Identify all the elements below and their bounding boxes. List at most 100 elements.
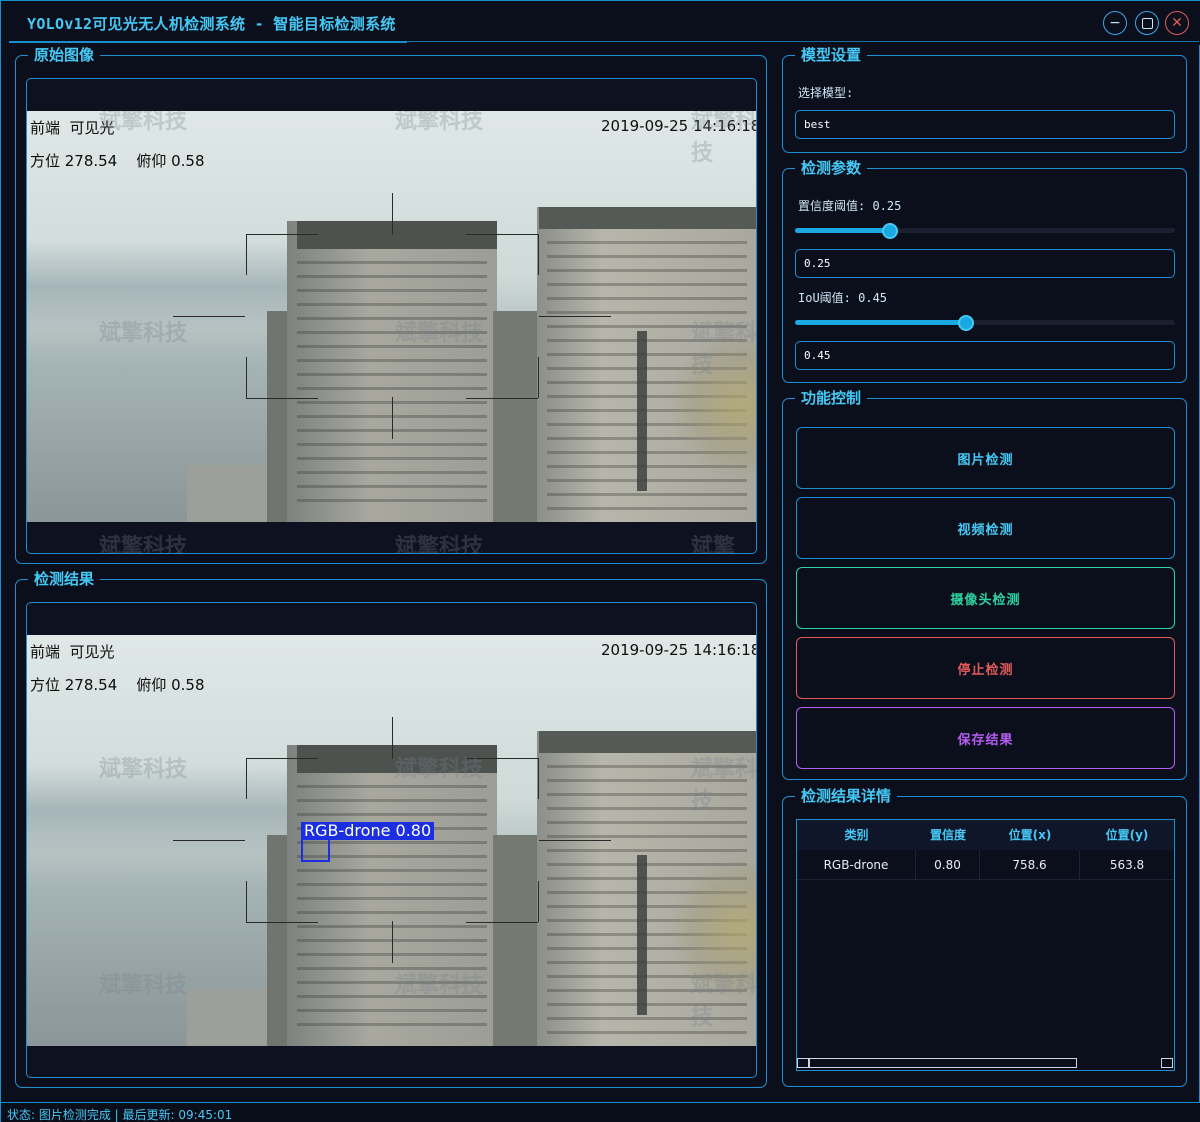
- detection-box[interactable]: [301, 837, 330, 862]
- reticle-corner: [246, 357, 247, 398]
- details-group: 检测结果详情 类别 置信度 位置(x) 位置(y) RGB-drone 0.80…: [782, 787, 1187, 1087]
- osd-source: 前端 可见光: [30, 643, 115, 661]
- iou-label: IoU阈值: 0.45: [798, 291, 888, 305]
- model-settings-title: 模型设置: [795, 46, 868, 64]
- camera-detect-button[interactable]: 摄像头检测: [796, 567, 1175, 629]
- reticle-corner: [246, 922, 318, 923]
- watermark: 斌擎科技: [99, 535, 188, 554]
- video-detect-button[interactable]: 视频检测: [796, 497, 1175, 559]
- app-window: YOLOv12可见光无人机检测系统 - 智能目标检测系统 − ✕ 原始图像 前端…: [0, 0, 1200, 1122]
- detect-params-group: 检测参数 置信度阈值: 0.25 0.25 IoU阈值: 0.45 0.45: [782, 159, 1187, 383]
- close-button[interactable]: ✕: [1165, 11, 1189, 35]
- minimize-icon: −: [1109, 15, 1121, 31]
- building-windows: [297, 261, 487, 511]
- maximize-button[interactable]: [1135, 11, 1159, 35]
- save-result-button[interactable]: 保存结果: [796, 707, 1175, 769]
- result-image: RGB-drone 0.80 前端 可见光 2019-09-25 14:16:1…: [27, 635, 757, 1046]
- result-image-frame: RGB-drone 0.80 前端 可见光 2019-09-25 14:16:1…: [26, 602, 757, 1078]
- model-select-label: 选择模型:: [798, 86, 854, 100]
- maximize-icon: [1141, 17, 1153, 29]
- iou-slider-handle[interactable]: [958, 315, 974, 331]
- building: [493, 835, 543, 1046]
- osd-angles: 方位 278.54 俯仰 0.58: [30, 676, 205, 694]
- building-roof: [297, 745, 497, 773]
- result-image-group: 检测结果 RGB-drone 0.80 前端 可见光 2019-09-25 14…: [15, 570, 767, 1088]
- watermark: 斌擎科技: [691, 535, 736, 554]
- title-divider: [407, 41, 1199, 42]
- column-header-class[interactable]: 类别: [797, 820, 916, 850]
- window-title: YOLOv12可见光无人机检测系统 - 智能目标检测系统: [27, 15, 396, 33]
- image-detect-button[interactable]: 图片检测: [796, 427, 1175, 489]
- reticle-line: [173, 840, 245, 841]
- osd-source: 前端 可见光: [30, 119, 115, 137]
- reticle-corner: [466, 398, 538, 399]
- building-roof: [539, 207, 756, 229]
- iou-slider[interactable]: [795, 315, 1175, 331]
- status-text: 状态: 图片检测完成 | 最后更新: 09:45:01: [7, 1108, 233, 1122]
- column-header-y[interactable]: 位置(y): [1080, 820, 1174, 850]
- building: [187, 989, 267, 1046]
- column-header-confidence[interactable]: 置信度: [916, 820, 980, 850]
- reticle-line: [392, 717, 393, 759]
- iou-input[interactable]: 0.45: [795, 341, 1175, 370]
- model-settings-group: 模型设置 选择模型: best: [782, 46, 1187, 153]
- reticle-corner: [246, 234, 318, 235]
- controls-title: 功能控制: [795, 389, 868, 407]
- reticle-line: [392, 397, 393, 439]
- cell-x: 758.6: [980, 850, 1080, 880]
- building: [187, 465, 267, 522]
- reticle-corner: [246, 758, 318, 759]
- cell-y: 563.8: [1109, 858, 1145, 872]
- table-row[interactable]: RGB-drone 0.80 758.6 563.8: [797, 850, 1174, 880]
- building-roof: [539, 731, 756, 753]
- controls-group: 功能控制 图片检测 视频检测 摄像头检测 停止检测 保存结果: [782, 389, 1187, 780]
- reticle-line: [539, 840, 611, 841]
- confidence-slider[interactable]: [795, 223, 1175, 239]
- reticle-corner: [246, 234, 247, 275]
- osd-timestamp: 2019-09-25 14:16:18: [601, 117, 757, 135]
- building-roof: [297, 221, 497, 249]
- reticle-corner: [466, 234, 538, 235]
- reticle-corner: [466, 922, 538, 923]
- original-image-frame: 前端 可见光 2019-09-25 14:16:18 方位 278.54 俯仰 …: [26, 78, 757, 554]
- scrollbar-handle[interactable]: [809, 1058, 1077, 1068]
- title-bar: YOLOv12可见光无人机检测系统 - 智能目标检测系统 − ✕: [1, 1, 1200, 45]
- scroll-right-icon[interactable]: [1161, 1058, 1173, 1068]
- reticle-corner: [466, 758, 538, 759]
- reticle-line: [173, 316, 245, 317]
- original-image-title: 原始图像: [28, 46, 101, 64]
- confidence-slider-fill: [795, 228, 890, 233]
- stop-detect-button[interactable]: 停止检测: [796, 637, 1175, 699]
- cell-confidence: 0.80: [916, 850, 980, 880]
- minimize-button[interactable]: −: [1103, 11, 1127, 35]
- iou-slider-fill: [795, 320, 966, 325]
- reticle-corner: [246, 398, 318, 399]
- confidence-label: 置信度阈值: 0.25: [798, 199, 902, 213]
- original-image: 前端 可见光 2019-09-25 14:16:18 方位 278.54 俯仰 …: [27, 111, 757, 522]
- results-table: 类别 置信度 位置(x) 位置(y) RGB-drone 0.80 758.6 …: [796, 819, 1175, 1071]
- original-image-group: 原始图像 前端 可见光 2019-09-25 14:16:18 方位 278.5…: [15, 46, 767, 564]
- column-header-x[interactable]: 位置(x): [980, 820, 1080, 850]
- detect-params-title: 检测参数: [795, 159, 868, 177]
- horizontal-scrollbar[interactable]: [797, 1056, 1174, 1070]
- reticle-corner: [246, 881, 247, 922]
- close-icon: ✕: [1171, 15, 1183, 31]
- result-image-title: 检测结果: [28, 570, 101, 588]
- model-select[interactable]: best: [795, 110, 1175, 139]
- reticle-line: [539, 316, 611, 317]
- detection-label: RGB-drone 0.80: [301, 822, 435, 840]
- reticle-corner: [246, 758, 247, 799]
- reticle-corner: [538, 758, 539, 799]
- details-title: 检测结果详情: [795, 787, 898, 805]
- osd-timestamp: 2019-09-25 14:16:18: [601, 641, 757, 659]
- reticle-corner: [538, 881, 539, 922]
- title-underline: [9, 41, 407, 43]
- scroll-left-icon[interactable]: [797, 1058, 809, 1068]
- confidence-input[interactable]: 0.25: [795, 249, 1175, 278]
- cell-class: RGB-drone: [797, 850, 916, 880]
- reticle-corner: [538, 234, 539, 275]
- building: [493, 311, 543, 522]
- reticle-line: [392, 193, 393, 235]
- osd-angles: 方位 278.54 俯仰 0.58: [30, 152, 205, 170]
- confidence-slider-handle[interactable]: [882, 223, 898, 239]
